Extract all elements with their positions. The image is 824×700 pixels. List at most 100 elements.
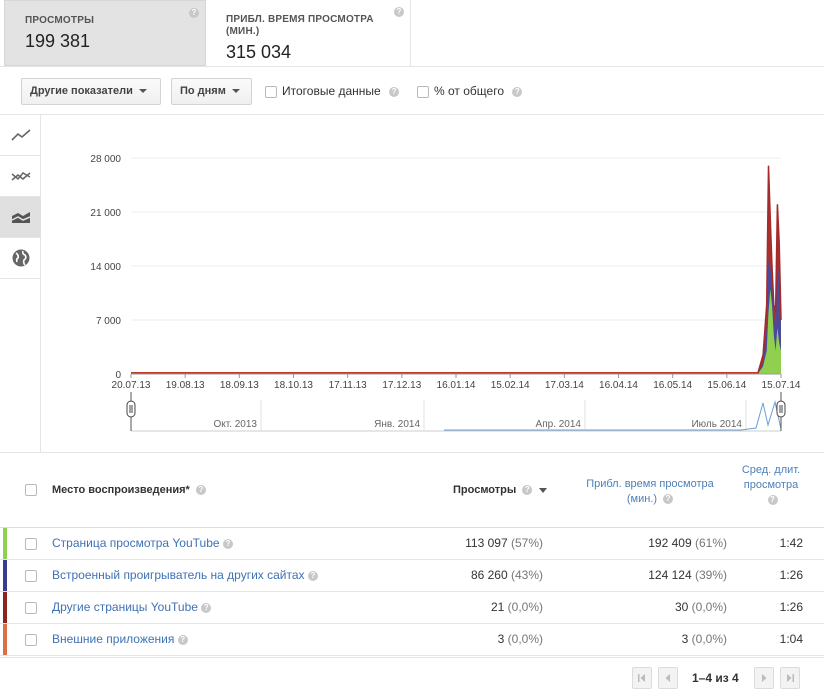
period-label: По дням	[180, 85, 226, 97]
help-icon[interactable]: ?	[201, 602, 212, 613]
multi-line-chart-button[interactable]	[0, 156, 41, 197]
row-checkbox[interactable]	[25, 602, 37, 614]
watch-time-cell: 124 124 (39%)	[648, 568, 727, 582]
percent-checkbox[interactable]: % от общего ?	[417, 84, 523, 98]
navigator-label: Окт. 2013	[213, 419, 257, 430]
line-chart-button[interactable]	[0, 115, 41, 156]
series-color-marker	[3, 592, 7, 623]
y-axis-ticks: 28 00021 00014 0007 0000	[90, 154, 121, 381]
last-page-button[interactable]	[780, 667, 800, 689]
other-metrics-dropdown[interactable]: Другие показатели	[21, 78, 161, 105]
date-range-navigator[interactable]: Окт. 2013 Янв. 2014 Апр. 2014 Июль 2014	[126, 392, 786, 432]
row-checkbox[interactable]	[25, 570, 37, 582]
x-tick-label: 16.05.14	[653, 380, 692, 391]
line-chart-icon	[10, 129, 31, 141]
metric-label: ПРОСМОТРЫ	[25, 15, 95, 26]
avg-duration-cell: 1:26	[779, 600, 803, 614]
table-header: Место воспроизведения* ? Просмотры ? При…	[0, 452, 824, 528]
totals-label: Итоговые данные	[282, 84, 381, 98]
table-body: Страница просмотра YouTube ? 113 097 (57%…	[0, 528, 824, 656]
first-page-icon	[638, 674, 645, 682]
help-icon[interactable]: ?	[512, 86, 523, 97]
checkbox-icon[interactable]	[417, 85, 429, 98]
x-axis-ticks: 20.07.13 19.08.13 18.09.13 18.10.13 17.11.13…	[112, 373, 801, 391]
views-header[interactable]: Просмотры ?	[453, 484, 548, 496]
metric-card-views[interactable]: ПРОСМОТРЫ 199 381 ?	[4, 0, 206, 66]
totals-checkbox[interactable]: Итоговые данные ?	[265, 84, 400, 98]
x-tick-label: 19.08.13	[166, 380, 205, 391]
place-link[interactable]: Другие страницы YouTube ?	[52, 600, 212, 614]
place-link[interactable]: Внешние приложения ?	[52, 632, 188, 646]
stacked-area-chart-button[interactable]	[0, 197, 41, 238]
help-icon[interactable]: ?	[767, 495, 778, 506]
table-row[interactable]: Внешние приложения ? 3 (0,0%) 3 (0,0%) 1:04	[0, 624, 824, 656]
views-header-label: Просмотры	[453, 484, 517, 496]
help-icon[interactable]: ?	[222, 538, 233, 549]
x-tick-label: 17.03.14	[545, 380, 584, 391]
help-icon[interactable]: ?	[394, 7, 404, 17]
watch-time-header[interactable]: Прибл. время просмотра (мин.) ?	[570, 477, 730, 507]
x-tick-label: 15.02.14	[491, 380, 530, 391]
help-icon[interactable]: ?	[195, 485, 206, 496]
metric-label: ПРИБЛ. ВРЕМЯ ПРОСМОТРА (МИН.)	[226, 14, 374, 37]
stacked-area-chart-icon	[11, 212, 30, 223]
x-tick-label: 18.10.13	[274, 380, 313, 391]
x-tick-label: 15.07.14	[762, 380, 801, 391]
prev-page-button[interactable]	[658, 667, 678, 689]
help-icon[interactable]: ?	[177, 634, 188, 645]
help-icon[interactable]: ?	[307, 570, 318, 581]
chevron-left-icon	[665, 674, 670, 682]
watch-time-cell: 192 409 (61%)	[648, 536, 727, 550]
chart-type-rail	[0, 115, 41, 452]
table-row[interactable]: Другие страницы YouTube ? 21 (0,0%) 30 (0,…	[0, 592, 824, 624]
x-tick-label: 20.07.13	[112, 380, 151, 391]
navigator-label: Янв. 2014	[374, 419, 420, 430]
metric-card-watch-time[interactable]: ПРИБЛ. ВРЕМЯ ПРОСМОТРА (МИН.) 315 034 ?	[206, 0, 411, 66]
series-color-marker	[3, 624, 7, 655]
navigator-handle	[126, 400, 136, 418]
map-view-button[interactable]	[0, 238, 41, 279]
avg-duration-cell: 1:04	[779, 632, 803, 646]
other-metrics-label: Другие показатели	[30, 85, 133, 97]
series-color-marker	[3, 560, 7, 591]
views-area-chart: 28 00021 00014 0007 0000 20.07.13 19.08.1…	[90, 154, 801, 432]
playback-location-table: Место воспроизведения* ? Просмотры ? При…	[0, 452, 824, 656]
x-tick-label: 15.06.14	[707, 380, 746, 391]
period-dropdown[interactable]: По дням	[171, 78, 252, 105]
row-checkbox[interactable]	[25, 538, 37, 550]
pagination: 1–4 из 4	[0, 657, 824, 700]
y-tick-label: 7 000	[96, 316, 121, 327]
row-checkbox[interactable]	[25, 634, 37, 646]
table-row[interactable]: Встроенный проигрыватель на других сайта…	[0, 560, 824, 592]
help-icon[interactable]: ?	[663, 494, 674, 505]
navigator-label: Апр. 2014	[536, 419, 582, 430]
chart-grid	[131, 157, 781, 321]
checkbox-icon[interactable]	[265, 85, 277, 98]
percent-label: % от общего	[434, 84, 504, 98]
views-cell: 86 260 (43%)	[470, 568, 543, 582]
place-link[interactable]: Встроенный проигрыватель на других сайта…	[52, 568, 318, 582]
sort-desc-icon	[539, 487, 548, 493]
table-row[interactable]: Страница просмотра YouTube ? 113 097 (57%…	[0, 528, 824, 560]
avg-duration-header[interactable]: Сред. длит. просмотра ?	[737, 463, 805, 508]
first-page-button[interactable]	[632, 667, 652, 689]
avg-duration-cell: 1:26	[779, 568, 803, 582]
place-link[interactable]: Страница просмотра YouTube ?	[52, 536, 233, 550]
place-header[interactable]: Место воспроизведения* ?	[52, 484, 206, 496]
page-range-label: 1–4 из 4	[692, 671, 739, 685]
next-page-button[interactable]	[754, 667, 774, 689]
help-icon[interactable]: ?	[189, 8, 199, 18]
x-tick-label: 17.12.13	[382, 380, 421, 391]
views-cell: 113 097 (57%)	[465, 536, 543, 550]
help-icon[interactable]: ?	[522, 485, 533, 496]
last-page-icon	[787, 674, 794, 682]
y-tick-label: 21 000	[90, 208, 121, 219]
select-all-checkbox[interactable]	[25, 484, 37, 496]
metric-value: 315 034	[226, 42, 292, 62]
x-tick-label: 16.04.14	[599, 380, 638, 391]
watch-time-header-label: Прибл. время просмотра (мин.)	[586, 478, 714, 505]
views-cell: 3 (0,0%)	[497, 632, 543, 646]
series-color-marker	[3, 528, 7, 559]
help-icon[interactable]: ?	[389, 86, 400, 97]
caret-down-icon	[231, 89, 240, 94]
